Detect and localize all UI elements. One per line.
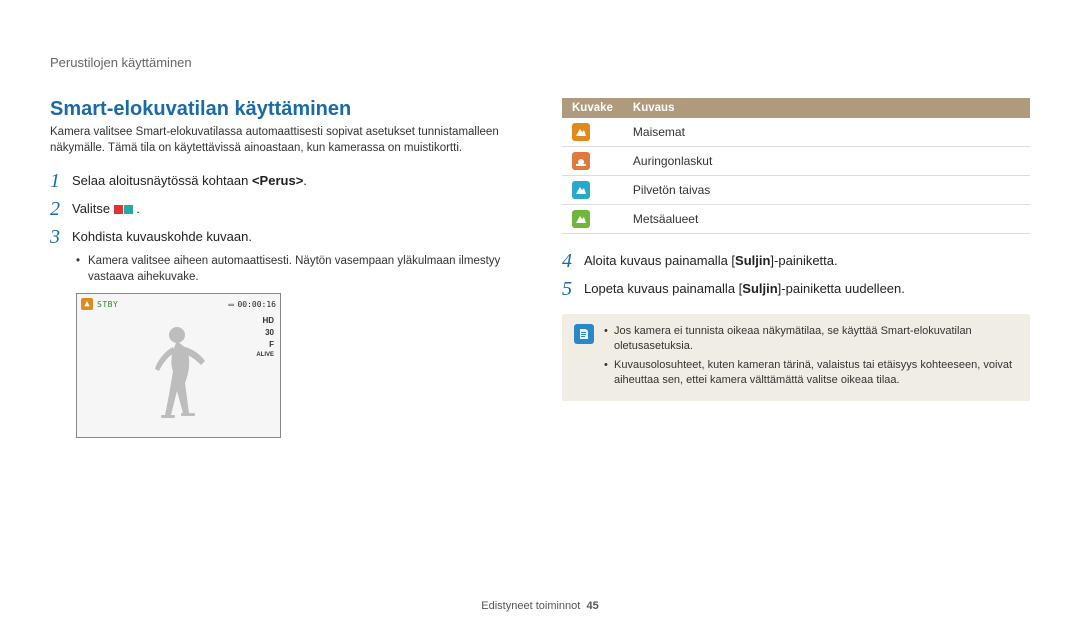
fps-label: 30: [265, 328, 274, 337]
step-text: Aloita kuvaus painamalla [Suljin]-painik…: [584, 250, 838, 271]
stby-label: STBY: [97, 300, 118, 309]
steps-list: 1 Selaa aloitusnäytössä kohtaan <Perus>.…: [50, 170, 518, 248]
rec-time: 00:00:16: [237, 300, 276, 309]
note-icon: [574, 324, 594, 344]
step-1: 1 Selaa aloitusnäytössä kohtaan <Perus>.: [50, 170, 518, 192]
step-text: Kohdista kuvauskohde kuvaan.: [72, 226, 252, 247]
step-number: 1: [50, 170, 72, 192]
step-4: 4 Aloita kuvaus painamalla [Suljin]-pain…: [562, 250, 1030, 272]
page-footer: Edistyneet toiminnot 45: [0, 600, 1080, 612]
icon-table-head-icon: Kuvake: [562, 98, 623, 118]
page-title: Smart-elokuvatilan käyttäminen: [50, 98, 518, 121]
icon-label: Metsäalueet: [623, 205, 1030, 234]
icon-cell: [562, 147, 623, 176]
icon-label: Maisemat: [623, 118, 1030, 147]
step-3: 3 Kohdista kuvauskohde kuvaan.: [50, 226, 518, 248]
step-3-sub-text: Kamera valitsee aiheen automaattisesti. …: [76, 254, 518, 285]
step-text: Valitse .: [72, 198, 140, 219]
hd-label: HD: [262, 316, 274, 325]
steps-list-right: 4 Aloita kuvaus painamalla [Suljin]-pain…: [562, 250, 1030, 300]
icon-table: Kuvake Kuvaus MaisematAuringonlaskutPilv…: [562, 98, 1030, 234]
step-number: 2: [50, 198, 72, 220]
table-row: Metsäalueet: [562, 205, 1030, 234]
f-label: F: [269, 340, 274, 349]
icon-label: Pilvetön taivas: [623, 176, 1030, 205]
icon-label: Auringonlaskut: [623, 147, 1030, 176]
note-2: Kuvausolosuhteet, kuten kameran tärinä, …: [604, 358, 1018, 388]
step-text: Lopeta kuvaus painamalla [Suljin]-painik…: [584, 278, 905, 299]
step-5: 5 Lopeta kuvaus painamalla [Suljin]-pain…: [562, 278, 1030, 300]
note-1: Jos kamera ei tunnista oikeaa näkymätila…: [604, 324, 1018, 354]
table-row: Pilvetön taivas: [562, 176, 1030, 205]
step-2: 2 Valitse .: [50, 198, 518, 220]
mountain-icon: [572, 123, 590, 141]
icon-cell: [562, 176, 623, 205]
breadcrumb: Perustilojen käyttäminen: [50, 55, 1030, 70]
table-row: Auringonlaskut: [562, 147, 1030, 176]
step-number: 5: [562, 278, 584, 300]
table-row: Maisemat: [562, 118, 1030, 147]
step-3-sub: Kamera valitsee aiheen automaattisesti. …: [76, 254, 518, 285]
mountain-icon: [572, 181, 590, 199]
step-number: 3: [50, 226, 72, 248]
icon-table-head-desc: Kuvaus: [623, 98, 1030, 118]
icon-cell: [562, 118, 623, 147]
sunset-icon: [572, 152, 590, 170]
intro-text: Kamera valitsee Smart-elokuvatilassa aut…: [50, 125, 518, 156]
scene-icon: ▲: [81, 298, 93, 310]
step-text: Selaa aloitusnäytössä kohtaan <Perus>.: [72, 170, 307, 191]
alive-label: ALIVE: [256, 352, 274, 358]
smart-mode-icon: [114, 205, 133, 214]
step-number: 4: [562, 250, 584, 272]
note-box: Jos kamera ei tunnista oikeaa näkymätila…: [562, 314, 1030, 401]
icon-cell: [562, 205, 623, 234]
sd-icon: ▭: [229, 300, 234, 309]
mountain-icon: [572, 210, 590, 228]
camera-preview: ▲ STBY ▭ 00:00:16 HD 30 F ALIVE: [76, 293, 281, 438]
skater-silhouette: [139, 321, 219, 421]
